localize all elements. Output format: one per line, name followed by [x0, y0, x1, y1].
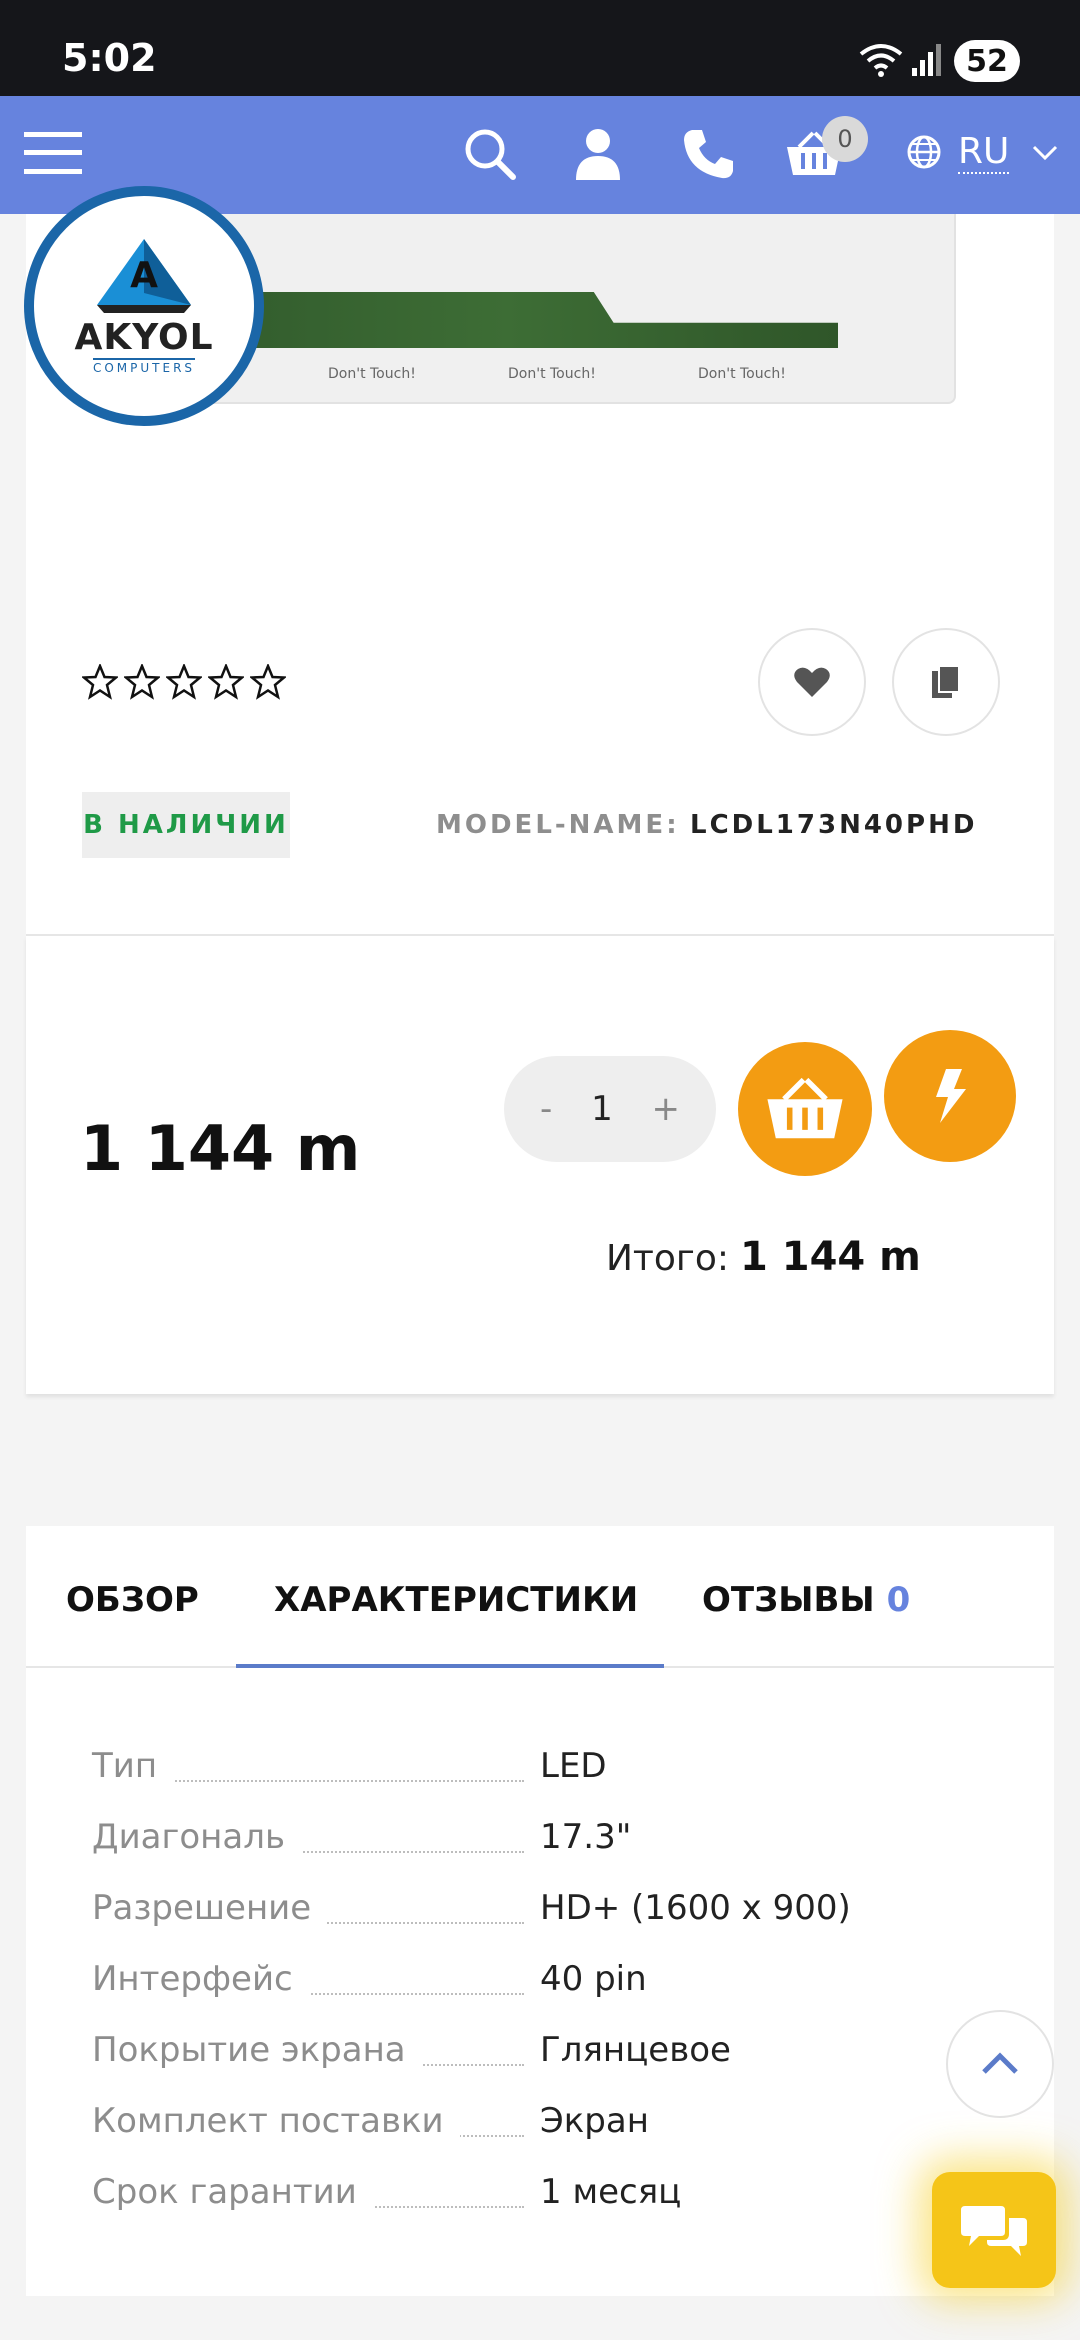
model-name-value: LCDL173N40PHD	[690, 810, 978, 840]
spec-row: Покрытие экрана Глянцевое	[92, 2030, 992, 2080]
logo-mark-icon: A	[97, 239, 191, 313]
star-icon[interactable]	[124, 664, 160, 700]
panel-label: Don't Touch!	[328, 366, 416, 382]
cart-count-badge: 0	[822, 116, 868, 162]
quick-buy-button[interactable]	[884, 1030, 1016, 1162]
heart-icon	[794, 667, 830, 697]
rating-stars[interactable]	[82, 664, 286, 700]
quantity-stepper[interactable]: - 1 +	[504, 1056, 716, 1162]
chevron-up-icon	[982, 2052, 1018, 2074]
spec-value: 17.3"	[540, 1817, 632, 1857]
star-icon[interactable]	[208, 664, 244, 700]
tab-specs[interactable]: ХАРАКТЕРИСТИКИ	[274, 1580, 638, 1620]
chat-button[interactable]	[932, 2172, 1056, 2288]
wifi-icon	[859, 44, 903, 77]
spec-name: Срок гарантии	[92, 2172, 373, 2212]
wishlist-button[interactable]	[758, 628, 866, 736]
total-value: 1 144 m	[740, 1234, 921, 1280]
spec-value: 1 месяц	[540, 2172, 682, 2212]
reviews-count: 0	[886, 1580, 911, 1620]
quantity-value[interactable]: 1	[591, 1089, 613, 1129]
spec-name: Интерфейс	[92, 1959, 309, 1999]
globe-icon[interactable]	[906, 134, 942, 170]
star-icon[interactable]	[82, 664, 118, 700]
spec-name: Покрытие экрана	[92, 2030, 422, 2070]
spec-row: Тип LED	[92, 1746, 992, 1796]
product-info-tabs: ОБЗОР ХАРАКТЕРИСТИКИ ОТЗЫВЫ 0 Тип LED Диа…	[26, 1526, 1054, 2296]
tab-overview[interactable]: ОБЗОР	[66, 1580, 199, 1620]
tab-reviews-label: ОТЗЫВЫ	[702, 1580, 875, 1620]
spec-value: LED	[540, 1746, 607, 1786]
panel-label: Don't Touch!	[698, 366, 786, 382]
language-selector[interactable]: RU	[958, 132, 1010, 174]
quantity-decrease-button[interactable]: -	[540, 1089, 552, 1129]
copy-icon	[932, 665, 960, 698]
model-name-label: MODEL-NAME:	[436, 810, 680, 840]
spec-value: 40 pin	[540, 1959, 647, 1999]
search-icon[interactable]	[458, 122, 522, 186]
chat-icon	[961, 2206, 1027, 2256]
lcd-panel-image: Don't Touch! Don't Touch! Don't Touch!	[176, 214, 956, 404]
add-to-cart-button[interactable]	[738, 1042, 872, 1176]
spec-value: HD+ (1600 x 900)	[540, 1888, 851, 1928]
product-details-card: В НАЛИЧИИ MODEL-NAME: LCDL173N40PHD	[26, 574, 1054, 936]
spec-name: Диагональ	[92, 1817, 301, 1857]
compare-button[interactable]	[892, 628, 1000, 736]
star-icon[interactable]	[250, 664, 286, 700]
lightning-icon	[936, 1069, 966, 1123]
total-label: Итого:	[606, 1238, 729, 1279]
spec-row: Разрешение HD+ (1600 x 900)	[92, 1888, 992, 1938]
spec-row: Интерфейс 40 pin	[92, 1959, 992, 2009]
quantity-increase-button[interactable]: +	[651, 1089, 680, 1129]
battery-level: 52	[966, 43, 1008, 79]
spec-row: Диагональ 17.3"	[92, 1817, 992, 1867]
spec-value: Глянцевое	[540, 2030, 731, 2070]
tab-bar: ОБЗОР ХАРАКТЕРИСТИКИ ОТЗЫВЫ 0	[26, 1526, 1054, 1668]
active-tab-indicator	[236, 1664, 664, 1668]
spec-name: Разрешение	[92, 1888, 328, 1928]
logo-subtext: COMPUTERS	[92, 358, 196, 375]
panel-label: Don't Touch!	[508, 366, 596, 382]
status-bar: 5:02 52	[0, 0, 1080, 96]
user-icon[interactable]	[568, 122, 628, 186]
spec-name: Тип	[92, 1746, 174, 1786]
menu-icon[interactable]	[22, 122, 84, 184]
scroll-to-top-button[interactable]	[946, 2010, 1054, 2118]
basket-icon	[767, 1077, 843, 1139]
battery-indicator: 52	[954, 40, 1020, 82]
spec-row: Комплект поставки Экран	[92, 2101, 992, 2151]
stock-status-badge: В НАЛИЧИИ	[82, 792, 290, 858]
spec-value: Экран	[540, 2101, 649, 2141]
signal-icon	[912, 44, 941, 76]
product-price: 1 144 m	[80, 1112, 361, 1185]
star-icon[interactable]	[166, 664, 202, 700]
site-logo[interactable]: A AKYOL COMPUTERS	[24, 186, 264, 426]
purchase-card: 1 144 m - 1 + Итого: 1 144 m	[26, 936, 1054, 1394]
tab-reviews[interactable]: ОТЗЫВЫ 0	[702, 1580, 910, 1620]
spec-row: Срок гарантии 1 месяц	[92, 2172, 992, 2222]
logo-text: AKYOL	[74, 317, 214, 358]
svg-text:A: A	[130, 255, 158, 296]
status-time: 5:02	[62, 36, 157, 80]
phone-icon[interactable]	[676, 122, 740, 186]
chevron-down-icon[interactable]	[1030, 138, 1060, 168]
pcb-board	[178, 292, 838, 348]
spec-name: Комплект поставки	[92, 2101, 460, 2141]
